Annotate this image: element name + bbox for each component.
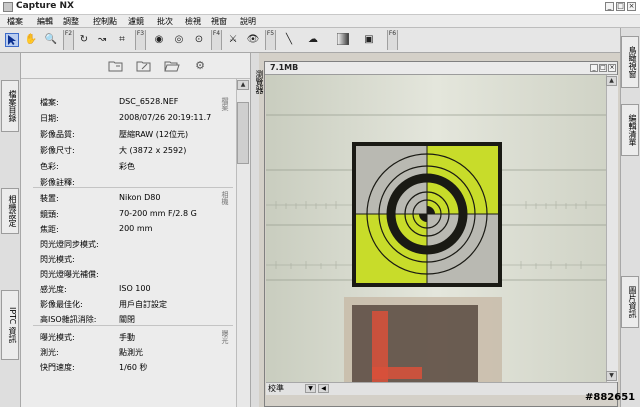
- meta-label: 快門速度:: [40, 363, 75, 372]
- black-control-point-icon[interactable]: ◉: [152, 33, 166, 47]
- tab-photo-info[interactable]: 圖片資訊: [621, 276, 639, 328]
- meta-value-lens: 70-200 mm F/2.8 G: [119, 209, 197, 218]
- watermark-text: #882651: [585, 392, 636, 403]
- meta-label: 裝置:: [40, 194, 59, 203]
- menu-filter[interactable]: 濾鏡: [128, 16, 144, 27]
- direct-select-tool-icon[interactable]: [5, 33, 19, 47]
- meta-value-focal: 200 mm: [119, 224, 153, 233]
- tab-birds-eye[interactable]: 鳥瞰視窗: [621, 36, 639, 88]
- meta-value-date: 2008/07/26 20:19:11.7: [119, 113, 212, 122]
- scroll-left-arrow-icon[interactable]: ◀: [318, 384, 329, 393]
- meta-value-filename: DSC_6528.NEF: [119, 97, 179, 106]
- metadata-panel: 檔案 檔案: DSC_6528.NEF 日期: 2008/07/26 20:19…: [21, 79, 236, 407]
- folder-arrow-icon[interactable]: [108, 59, 124, 73]
- menu-batch[interactable]: 批次: [157, 16, 173, 27]
- toolbar-group-f5[interactable]: F5: [265, 30, 276, 50]
- image-maximize-button[interactable]: □: [599, 64, 607, 72]
- section-exposure-label: 曝光: [221, 330, 229, 344]
- close-button[interactable]: ×: [627, 2, 636, 11]
- status-label: 校準: [268, 384, 284, 393]
- color-control-point-icon[interactable]: ⊙: [192, 33, 206, 47]
- meta-label: 色彩:: [40, 162, 59, 171]
- folder-open-icon[interactable]: [164, 59, 180, 73]
- meta-label: 閃光燈曝光補償:: [40, 270, 99, 279]
- image-minimize-button[interactable]: _: [590, 64, 598, 72]
- toolbar-group-f4[interactable]: F4: [211, 30, 222, 50]
- red-eye-icon[interactable]: 👁: [246, 33, 260, 47]
- toolbar-group-f3[interactable]: F3: [135, 30, 146, 50]
- tab-iptc-info[interactable]: IPTC 資訊: [1, 290, 19, 360]
- menu-view[interactable]: 檢視: [185, 16, 201, 27]
- gears-icon[interactable]: ⚙: [192, 59, 208, 73]
- app-icon: [3, 2, 13, 12]
- image-window-titlebar: [265, 62, 617, 75]
- gradient-icon[interactable]: [336, 32, 350, 47]
- zoom-tool-icon[interactable]: 🔍: [44, 33, 58, 47]
- meta-label: 焦距:: [40, 225, 59, 234]
- tab-edit-list[interactable]: 編輯清單: [621, 104, 639, 156]
- scroll-up-arrow-icon[interactable]: ▲: [237, 80, 249, 90]
- photo-canvas[interactable]: [266, 75, 606, 382]
- section-file-label: 檔案: [221, 97, 229, 111]
- meta-value-size: 大 (3872 x 2592): [119, 146, 187, 155]
- meta-value-exposure-mode: 手動: [119, 333, 135, 342]
- lasso-icon[interactable]: ☁: [306, 33, 320, 47]
- section-divider: [33, 187, 233, 188]
- image-close-button[interactable]: ×: [608, 64, 616, 72]
- hand-tool-icon[interactable]: ✋: [24, 33, 38, 47]
- rotate-icon[interactable]: ↻: [77, 33, 91, 47]
- window-title: Capture NX: [16, 1, 74, 11]
- meta-label: 日期:: [40, 114, 59, 123]
- meta-label: 曝光模式:: [40, 333, 75, 342]
- crop-icon[interactable]: ⌗: [115, 33, 129, 47]
- title-bar: [0, 0, 640, 15]
- meta-label: 測光:: [40, 348, 59, 357]
- fill-icon[interactable]: ▣: [362, 33, 376, 47]
- white-control-point-icon[interactable]: ◎: [172, 33, 186, 47]
- menu-edit[interactable]: 編輯: [37, 16, 53, 27]
- meta-value-device: Nikon D80: [119, 193, 161, 202]
- browser-panel-divider[interactable]: [250, 53, 259, 407]
- folder-pen-icon[interactable]: [136, 59, 152, 73]
- status-dropdown-arrow-icon[interactable]: ▼: [305, 384, 316, 393]
- auto-retouch-icon[interactable]: ⚔: [226, 33, 240, 47]
- meta-label: 閃光模式:: [40, 255, 75, 264]
- meta-value-color: 彩色: [119, 162, 135, 171]
- straighten-icon[interactable]: ↝: [95, 33, 109, 47]
- meta-label: 鏡頭:: [40, 210, 59, 219]
- menu-adjust[interactable]: 調整: [63, 16, 79, 27]
- section-divider: [33, 325, 233, 326]
- image-window-title: 7.1MB: [270, 63, 299, 72]
- scroll-thumb[interactable]: [237, 102, 249, 164]
- meta-label: 影像品質:: [40, 130, 75, 139]
- meta-value-high-iso-nr: 關閉: [119, 315, 135, 324]
- image-scroll-up-icon[interactable]: ▲: [606, 76, 617, 86]
- tab-camera-settings[interactable]: 相機設定: [1, 188, 19, 234]
- meta-label: 檔案:: [40, 98, 59, 107]
- image-vertical-scrollbar[interactable]: [606, 75, 618, 382]
- meta-label: 高ISO雜訊消除:: [40, 315, 97, 324]
- menu-control-points[interactable]: 控制點: [93, 16, 117, 27]
- toolbar-group-f2[interactable]: F2: [63, 30, 74, 50]
- meta-value-iso: ISO 100: [119, 284, 151, 293]
- section-camera-label: 相機: [221, 191, 229, 205]
- meta-value-shutter: 1/60 秒: [119, 363, 148, 372]
- toolbar-group-f6[interactable]: F6: [387, 30, 398, 50]
- tab-file-directory[interactable]: 檔案目錄: [1, 80, 19, 132]
- maximize-button[interactable]: □: [616, 2, 625, 11]
- menu-window[interactable]: 視窗: [211, 16, 227, 27]
- meta-value-metering: 點測光: [119, 348, 143, 357]
- meta-label: 閃光燈同步模式:: [40, 240, 99, 249]
- meta-value-quality: 壓縮RAW (12位元): [119, 130, 189, 139]
- image-scroll-down-icon[interactable]: ▼: [606, 371, 617, 381]
- minimize-button[interactable]: _: [605, 2, 614, 11]
- meta-value-optimize: 用戶自訂設定: [119, 300, 167, 309]
- menu-file[interactable]: 檔案: [7, 16, 23, 27]
- brush-icon[interactable]: ╲: [282, 33, 296, 47]
- meta-label: 感光度:: [40, 285, 67, 294]
- menu-help[interactable]: 說明: [240, 16, 256, 27]
- meta-label: 影像尺寸:: [40, 146, 75, 155]
- meta-label: 影像最佳化:: [40, 300, 83, 309]
